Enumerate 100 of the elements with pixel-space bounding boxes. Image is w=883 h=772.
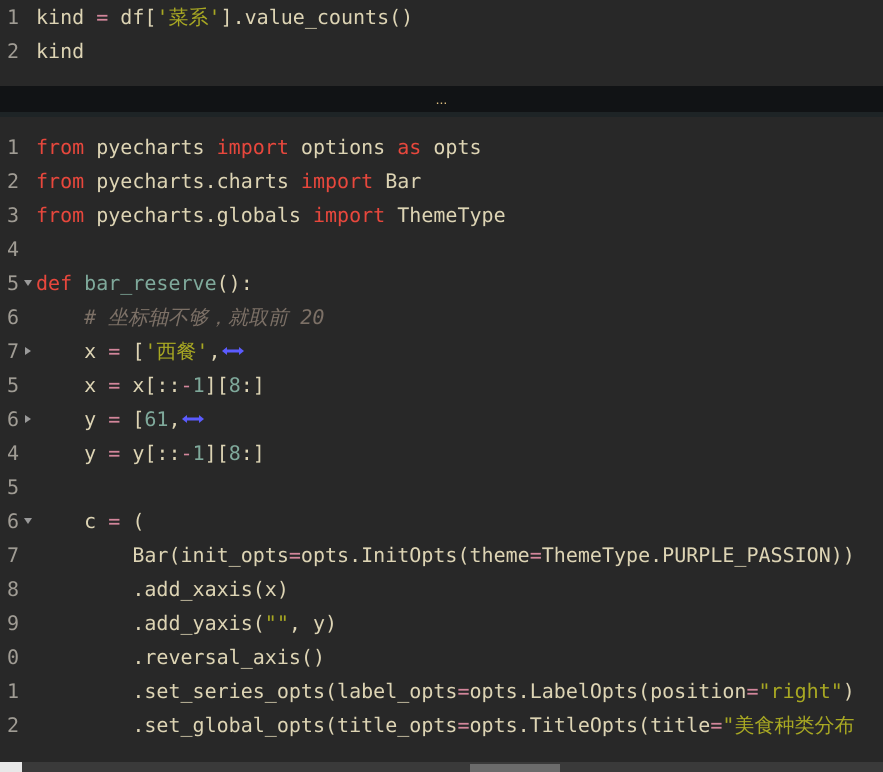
- code-token: =: [710, 712, 722, 739]
- line-number: 2: [6, 712, 19, 739]
- code-token: bar_reserve: [84, 270, 217, 297]
- code-token: as: [397, 134, 422, 161]
- code-token: ():: [216, 270, 253, 297]
- code-token: pyecharts.globals: [95, 202, 302, 229]
- folded-code-icon[interactable]: [180, 413, 205, 425]
- scrollbar-corner: [0, 762, 22, 772]
- code-token: import: [216, 134, 289, 161]
- code-token: x[::: [131, 372, 181, 399]
- code-token: -: [180, 372, 193, 399]
- fold-caret-down-icon[interactable]: [24, 279, 32, 287]
- line-number: 5: [6, 372, 19, 399]
- code-token: =: [457, 678, 470, 705]
- code-token: '菜系': [156, 4, 221, 31]
- code-token: from: [36, 168, 84, 195]
- code-token: .set_global_opts(title_opts: [131, 712, 458, 739]
- code-token: 1: [192, 440, 205, 467]
- code-token: y: [83, 406, 98, 433]
- code-token: .add_xaxis(x): [131, 576, 289, 603]
- line-number: 6: [6, 304, 19, 331]
- code-token: pyecharts.charts: [95, 168, 290, 195]
- code-token: ].value_counts(): [220, 4, 414, 31]
- line-number: 7: [6, 542, 19, 569]
- line-number: 0: [6, 644, 19, 671]
- code-token: def: [36, 270, 74, 297]
- code-token: [: [131, 338, 144, 365]
- code-token: opts.TitleOpts(title: [469, 712, 710, 739]
- code-token: from: [36, 202, 84, 229]
- code-token: "": [264, 610, 289, 637]
- code-token: ,: [208, 338, 221, 365]
- line-number: 1: [6, 678, 19, 705]
- code-token: kind: [36, 4, 86, 31]
- code-token: Bar: [384, 168, 422, 195]
- code-token: Bar(init_opts: [131, 542, 289, 569]
- code-token: opts.InitOpts(theme: [300, 542, 530, 569]
- code-token: =: [746, 678, 758, 705]
- code-token: -: [180, 440, 193, 467]
- code-token: ThemeType.PURPLE_PASSION)): [542, 542, 855, 569]
- line-number: 5: [6, 474, 19, 501]
- code-token: y[::: [131, 440, 181, 467]
- fold-caret-right-icon[interactable]: [24, 347, 32, 355]
- code-token: df[: [119, 4, 156, 31]
- line-number: 2: [6, 38, 19, 65]
- line-number: 6: [6, 406, 19, 433]
- code-token: '西餐': [144, 338, 208, 365]
- code-token: "美食种类分布: [722, 712, 854, 739]
- code-token: ][: [204, 372, 229, 399]
- line-number: 1: [6, 4, 19, 31]
- code-token: pyecharts: [95, 134, 206, 161]
- horizontal-scrollbar[interactable]: [22, 762, 883, 772]
- code-token: import: [312, 202, 386, 229]
- code-token: :]: [240, 440, 265, 467]
- code-token: 61: [144, 406, 168, 433]
- code-token: =: [108, 338, 120, 365]
- code-token: =: [457, 712, 470, 739]
- ellipsis-label: ...: [436, 92, 448, 106]
- line-number: 9: [6, 610, 19, 637]
- code-token: ][: [204, 440, 229, 467]
- line-number: 6: [6, 508, 19, 535]
- code-token: 1: [192, 372, 205, 399]
- line-number: 1: [6, 134, 19, 161]
- code-token: .add_yaxis(: [131, 610, 265, 637]
- code-token: c: [83, 508, 98, 535]
- fold-caret-right-icon[interactable]: [24, 415, 32, 423]
- code-token: ThemeType: [396, 202, 506, 229]
- scrollbar-thumb[interactable]: [470, 764, 560, 772]
- code-token: :]: [240, 372, 265, 399]
- code-token: opts: [432, 134, 482, 161]
- code-token: .set_series_opts(label_opts: [131, 678, 458, 705]
- code-token: 8: [228, 372, 241, 399]
- code-token: =: [108, 406, 120, 433]
- code-token: (: [131, 508, 144, 535]
- code-token: import: [300, 168, 374, 195]
- fold-caret-down-icon[interactable]: [24, 517, 32, 525]
- code-token: =: [108, 508, 120, 535]
- code-token: ): [842, 678, 855, 705]
- line-number: 8: [6, 576, 19, 603]
- code-token: =: [108, 440, 120, 467]
- code-comment: # 坐标轴不够，就取前 20: [83, 304, 324, 331]
- code-token: .reversal_axis(): [131, 644, 325, 671]
- line-number: 7: [6, 338, 19, 365]
- code-token: x: [83, 338, 98, 365]
- line-number: 4: [6, 236, 19, 263]
- code-token: kind: [36, 38, 84, 65]
- code-token: ,: [168, 406, 181, 433]
- code-token: opts.LabelOpts(position: [469, 678, 746, 705]
- line-number: 2: [6, 168, 19, 195]
- folded-code-icon[interactable]: [220, 345, 245, 357]
- line-number: 3: [6, 202, 19, 229]
- code-token: options: [300, 134, 386, 161]
- code-token: , y): [288, 610, 338, 637]
- collapsed-output-bar[interactable]: ...: [0, 86, 883, 112]
- code-token: =: [96, 4, 108, 31]
- code-token: y: [83, 440, 98, 467]
- code-token: "right": [758, 678, 843, 705]
- code-token: from: [36, 134, 84, 161]
- code-token: =: [108, 372, 120, 399]
- code-token: 8: [228, 440, 241, 467]
- code-token: x: [83, 372, 98, 399]
